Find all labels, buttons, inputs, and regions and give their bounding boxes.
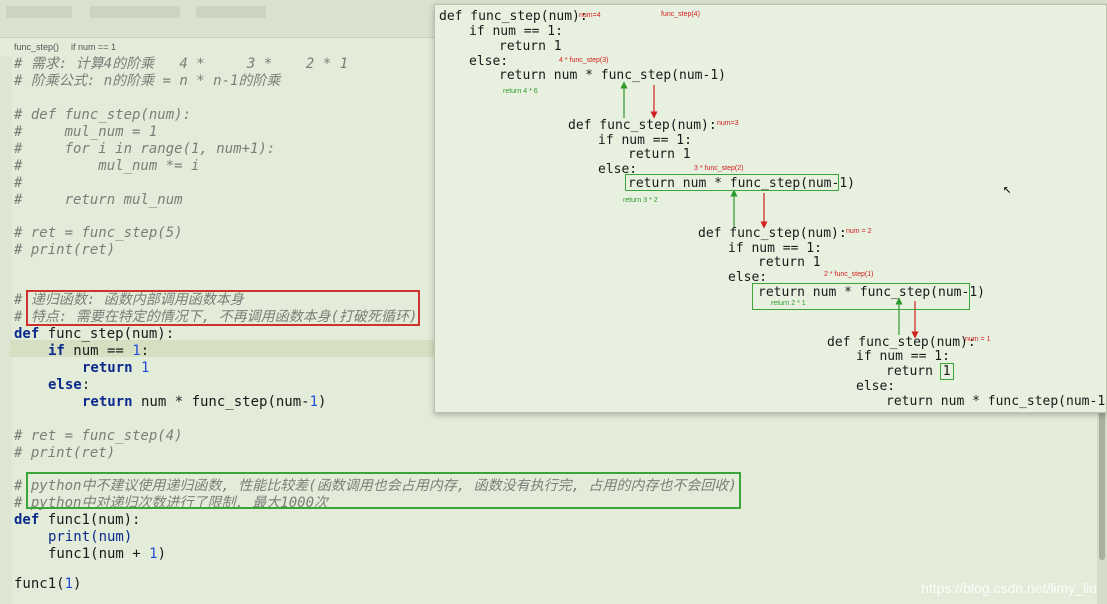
breadcrumb-item[interactable]: func_step() bbox=[14, 42, 59, 52]
code-line: # 需求: 计算4的阶乘 4 * 3 * 2 * 1 bbox=[14, 56, 349, 72]
diagram-return-line: return 1 bbox=[628, 147, 691, 162]
multiply-annotation: 2 * func_step(1) bbox=[824, 271, 874, 278]
multiply-annotation: 4 * func_step(3) bbox=[559, 57, 609, 64]
editor-tab[interactable] bbox=[6, 6, 72, 18]
diagram-recursive-line: return num * func_step(num-1) bbox=[499, 68, 726, 83]
return-annotation: return 3 * 2 bbox=[623, 197, 658, 204]
diagram-if-line: if num == 1: bbox=[598, 133, 692, 148]
breadcrumb-item[interactable]: if num == 1 bbox=[71, 42, 116, 52]
diagram-return-line: return 1 bbox=[499, 39, 562, 54]
number-literal: 1 bbox=[132, 343, 141, 359]
code-line: # print(ret) bbox=[14, 242, 116, 258]
diagram-return-line: return 1 bbox=[886, 363, 954, 380]
code-line: func1(num + 1) bbox=[48, 546, 166, 563]
diagram-def-line: def func_step(num): bbox=[827, 335, 976, 350]
annotation-box-red bbox=[26, 290, 420, 326]
editor-tab[interactable] bbox=[196, 6, 266, 18]
code-line: # mul_num = 1 bbox=[14, 124, 158, 140]
code-text: ) bbox=[157, 546, 167, 562]
keyword: return bbox=[82, 394, 133, 410]
code-text: func_step(num): bbox=[39, 326, 175, 342]
diagram-def-line: def func_step(num): bbox=[698, 226, 847, 241]
code-line: # bbox=[14, 175, 23, 191]
diagram-recursive-line: return num * func_step(num-1) bbox=[628, 176, 855, 191]
call-annotation: func_step(4) bbox=[661, 11, 700, 18]
code-line: # mul_num *= i bbox=[14, 158, 200, 174]
return-keyword: return bbox=[886, 364, 933, 379]
code-line: # print(ret) bbox=[14, 445, 116, 461]
code-line: func1(1) bbox=[14, 576, 81, 593]
number-literal: 1 bbox=[149, 546, 158, 562]
diagram-else-line: else: bbox=[469, 54, 509, 69]
code-line: if num == 1: bbox=[48, 343, 149, 360]
code-line: # def func_step(num): bbox=[14, 107, 192, 123]
diagram-recursive-line: return num * func_step(num-1) bbox=[758, 285, 985, 300]
num-annotation: num = 2 bbox=[846, 228, 872, 235]
code-line: def func_step(num): bbox=[14, 326, 174, 343]
code-text: num * func_step(num- bbox=[132, 394, 310, 410]
diagram-def-line: def func_step(num): bbox=[439, 9, 588, 24]
return-annotation: return 2 * 1 bbox=[771, 300, 806, 307]
gutter bbox=[0, 56, 12, 604]
num-annotation: num=3 bbox=[717, 120, 739, 127]
number-literal: 1 bbox=[141, 360, 150, 376]
diagram-def-line: def func_step(num): bbox=[568, 118, 717, 133]
watermark: https://blog.csdn.net/limy_liu bbox=[921, 580, 1097, 596]
recursion-diagram: def func_step(num): num=4 func_step(4) i… bbox=[434, 4, 1107, 413]
code-line: # for i in range(1, num+1): bbox=[14, 141, 276, 157]
code-text: ) bbox=[73, 576, 82, 592]
code-text: num == bbox=[64, 343, 133, 359]
code-text: : bbox=[140, 343, 150, 359]
breadcrumb: func_step() if num == 1 bbox=[14, 42, 116, 52]
diagram-if-line: if num == 1: bbox=[469, 24, 563, 39]
number-literal: 1 bbox=[64, 576, 74, 592]
diagram-if-line: if num == 1: bbox=[856, 349, 950, 364]
return-annotation: return 4 * 6 bbox=[503, 88, 538, 95]
keyword: return bbox=[82, 360, 133, 376]
code-line: return num * func_step(num-1) bbox=[82, 394, 326, 411]
annotation-box-green bbox=[26, 472, 741, 509]
code-text: func1( bbox=[14, 576, 65, 592]
scrollbar-thumb[interactable] bbox=[1099, 410, 1105, 560]
return-value-box: 1 bbox=[939, 363, 954, 380]
code-line: # 阶乘公式: n的阶乘 = n * n-1的阶乘 bbox=[14, 73, 281, 89]
code-text: : bbox=[81, 377, 91, 393]
code-text: func1(num + bbox=[48, 546, 150, 562]
code-line: # return mul_num bbox=[14, 192, 183, 208]
keyword: if bbox=[48, 343, 65, 359]
code-line: return 1 bbox=[82, 360, 149, 377]
code-line: else: bbox=[48, 377, 90, 394]
editor-tab[interactable] bbox=[90, 6, 180, 18]
keyword: def bbox=[14, 512, 40, 528]
diagram-if-line: if num == 1: bbox=[728, 241, 822, 256]
multiply-annotation: 3 * func_step(2) bbox=[694, 165, 744, 172]
diagram-else-line: else: bbox=[856, 379, 896, 394]
tab-strip bbox=[0, 0, 440, 22]
keyword: def bbox=[14, 326, 40, 342]
diagram-recursive-line: return num * func_step(num-1) bbox=[886, 394, 1107, 409]
code-text: ) bbox=[318, 394, 327, 410]
arrow-layer bbox=[620, 81, 919, 339]
diagram-return-line: return 1 bbox=[758, 255, 821, 270]
code-line: print(num) bbox=[48, 529, 133, 545]
mouse-cursor-icon: ↖ bbox=[1003, 181, 1012, 197]
num-annotation: num = 1 bbox=[965, 336, 991, 343]
code-line: def func1(num): bbox=[14, 512, 140, 529]
num-annotation: num=4 bbox=[579, 12, 601, 19]
code-text: func1(num): bbox=[39, 512, 141, 528]
keyword: else bbox=[48, 377, 82, 393]
code-line: # ret = func_step(5) bbox=[14, 225, 183, 241]
number-literal: 1 bbox=[309, 394, 319, 410]
code-line: # ret = func_step(4) bbox=[14, 428, 183, 444]
